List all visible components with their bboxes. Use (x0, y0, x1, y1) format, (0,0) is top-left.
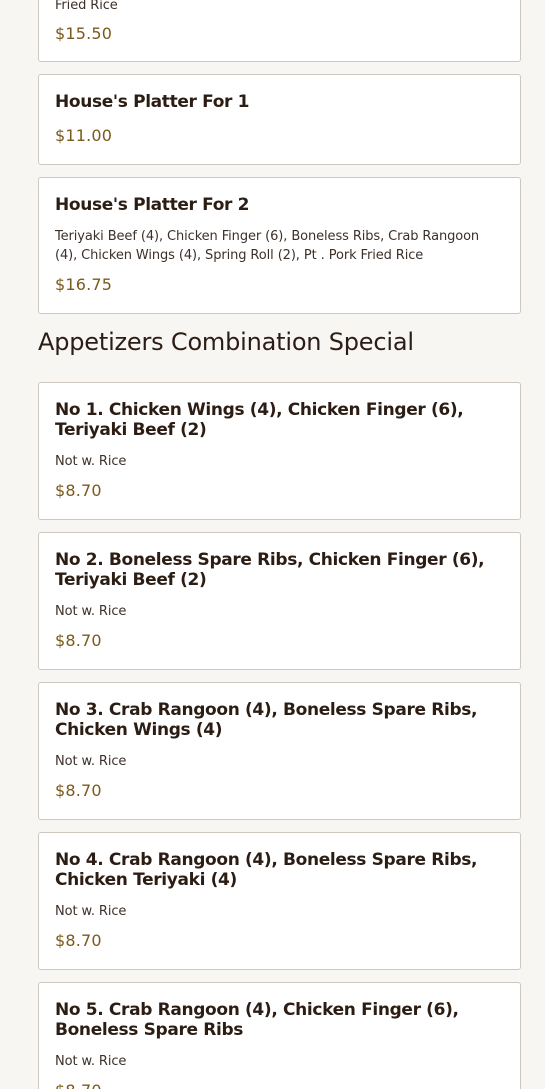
menu-item-name: No 5. Crab Rangoon (4), Chicken Finger (… (55, 1000, 459, 1040)
menu-item-card[interactable]: No 3. Crab Rangoon (4), Boneless Spare R… (38, 682, 521, 820)
menu-item-name: No 1. Chicken Wings (4), Chicken Finger … (55, 400, 464, 440)
menu-item-price: $8.70 (55, 1081, 102, 1089)
menu-item-description: Not w. Rice (55, 604, 127, 619)
menu-item-card[interactable]: House's Platter For 1 $11.00 (38, 74, 521, 165)
menu-item-description: Not w. Rice (55, 454, 127, 469)
menu-item-name: House's Platter For 1 (55, 92, 250, 112)
menu-page: Fried Rice $15.50 House's Platter For 1 … (0, 0, 545, 1089)
menu-item-description: Not w. Rice (55, 1054, 127, 1069)
menu-item-description: Fried Rice (55, 0, 118, 13)
menu-item-card[interactable]: No 5. Crab Rangoon (4), Chicken Finger (… (38, 982, 521, 1089)
menu-item-price: $8.70 (55, 631, 102, 650)
menu-item-card[interactable]: No 4. Crab Rangoon (4), Boneless Spare R… (38, 832, 521, 970)
menu-item-description: Not w. Rice (55, 904, 127, 919)
menu-item-price: $11.00 (55, 126, 113, 145)
section-title: Appetizers Combination Special (38, 328, 414, 356)
menu-item-card[interactable]: No 1. Chicken Wings (4), Chicken Finger … (38, 382, 521, 520)
menu-item-price: $8.70 (55, 931, 102, 950)
menu-item-card[interactable]: Fried Rice $15.50 (38, 0, 521, 62)
menu-item-name: No 2. Boneless Spare Ribs, Chicken Finge… (55, 550, 485, 590)
menu-item-price: $16.75 (55, 275, 113, 294)
menu-item-price: $8.70 (55, 781, 102, 800)
menu-item-description: Teriyaki Beef (4), Chicken Finger (6), B… (55, 229, 480, 263)
menu-item-name: No 4. Crab Rangoon (4), Boneless Spare R… (55, 850, 478, 890)
menu-item-name: No 3. Crab Rangoon (4), Boneless Spare R… (55, 700, 478, 740)
menu-item-name: House's Platter For 2 (55, 195, 250, 215)
menu-item-card[interactable]: House's Platter For 2 Teriyaki Beef (4),… (38, 177, 521, 314)
menu-item-price: $8.70 (55, 481, 102, 500)
menu-item-card[interactable]: No 2. Boneless Spare Ribs, Chicken Finge… (38, 532, 521, 670)
menu-item-price: $15.50 (55, 24, 113, 43)
menu-item-description: Not w. Rice (55, 754, 127, 769)
